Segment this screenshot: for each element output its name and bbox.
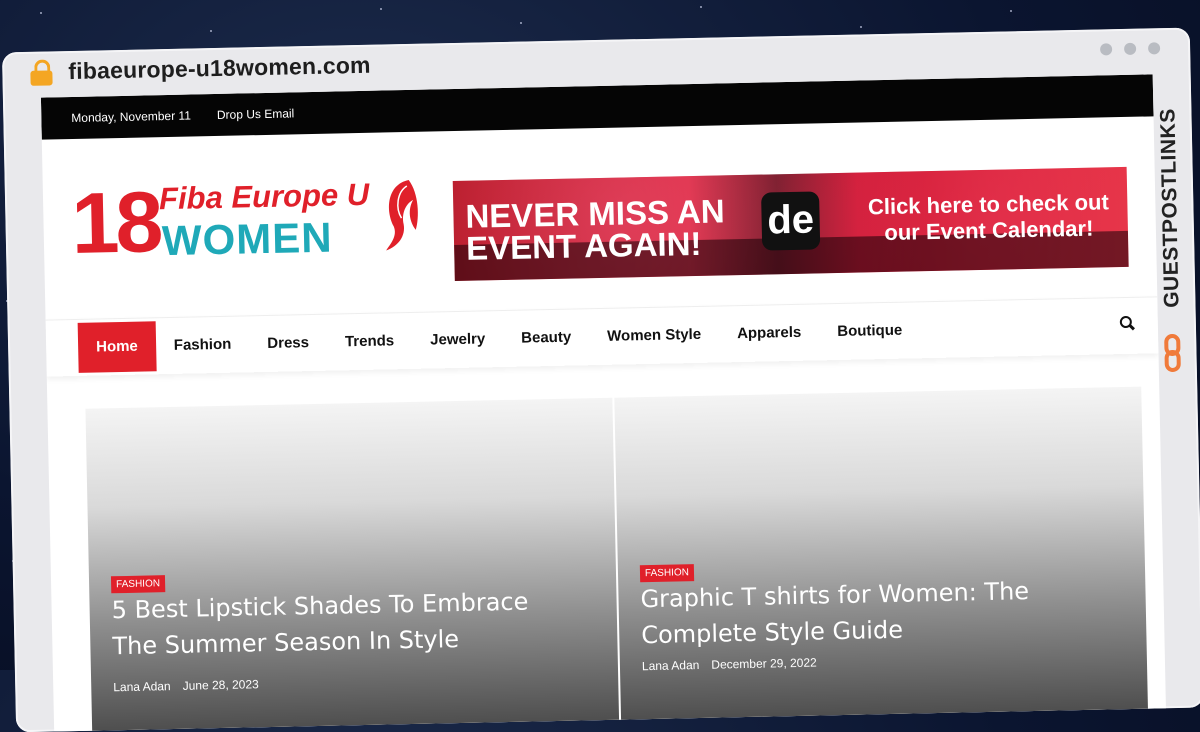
nav-item-trends[interactable]: Trends (326, 316, 412, 368)
logo-number: 18 (70, 174, 161, 273)
link-icon (1160, 333, 1185, 374)
url-text[interactable]: fibaeurope-u18women.com (68, 52, 371, 85)
featured-post-card[interactable]: FASHION Graphic T shirts for Women: The … (614, 386, 1149, 728)
drop-email-link[interactable]: Drop Us Email (217, 106, 295, 122)
post-title[interactable]: Graphic T shirts for Women: The Complete… (640, 571, 1106, 653)
post-author[interactable]: Lana Adan (113, 679, 171, 694)
current-date: Monday, November 11 (71, 108, 192, 126)
search-icon[interactable] (1119, 315, 1135, 331)
nav-item-fashion[interactable]: Fashion (155, 319, 250, 371)
site-header: 18 Fiba Europe U WOMEN NEVER MISS AN EVE… (42, 116, 1158, 319)
banner-headline: NEVER MISS AN EVENT AGAIN! (465, 192, 725, 267)
window-controls (1100, 42, 1161, 56)
nav-item-dress[interactable]: Dress (249, 318, 328, 370)
guestpostlinks-watermark: GUESTPOSTLINKS (1153, 86, 1189, 387)
logo-line1: Fiba Europe U (158, 176, 370, 217)
featured-post-card[interactable]: FASHION 5 Best Lipstick Shades To Embrac… (85, 397, 620, 732)
banner-brand-mark: de (761, 191, 821, 251)
hair-silhouette-icon (386, 179, 418, 251)
nav-item-boutique[interactable]: Boutique (819, 305, 921, 357)
banner-cta: Click here to check out our Event Calend… (867, 189, 1110, 246)
window-dot-icon[interactable] (1123, 42, 1137, 55)
website-viewport: Monday, November 11 Drop Us Email 18 Fib… (40, 74, 1167, 732)
post-author[interactable]: Lana Adan (642, 658, 700, 673)
window-dot-icon[interactable] (1100, 43, 1113, 56)
post-meta: Lana Adan December 29, 2022 (642, 656, 817, 674)
logo-line2: WOMEN (161, 213, 334, 265)
nav-item-apparels[interactable]: Apparels (719, 307, 820, 359)
nav-item-home[interactable]: Home (77, 321, 157, 373)
post-date: December 29, 2022 (711, 655, 817, 672)
event-calendar-banner[interactable]: NEVER MISS AN EVENT AGAIN! de Click here… (452, 166, 1129, 282)
side-brand-text: GUESTPOSTLINKS (1156, 108, 1184, 309)
lock-icon (30, 59, 53, 86)
post-title[interactable]: 5 Best Lipstick Shades To Embrace The Su… (111, 583, 577, 665)
post-meta: Lana Adan June 28, 2023 (113, 677, 259, 694)
nav-item-beauty[interactable]: Beauty (503, 312, 590, 364)
site-logo[interactable]: 18 Fiba Europe U WOMEN (71, 174, 433, 272)
featured-posts: FASHION 5 Best Lipstick Shades To Embrac… (85, 386, 1149, 732)
browser-window: fibaeurope-u18women.com Monday, November… (1, 27, 1200, 732)
nav-item-women-style[interactable]: Women Style (589, 310, 720, 363)
post-date: June 28, 2023 (182, 677, 259, 693)
nav-item-jewelry[interactable]: Jewelry (412, 314, 504, 366)
window-dot-icon[interactable] (1147, 42, 1161, 55)
